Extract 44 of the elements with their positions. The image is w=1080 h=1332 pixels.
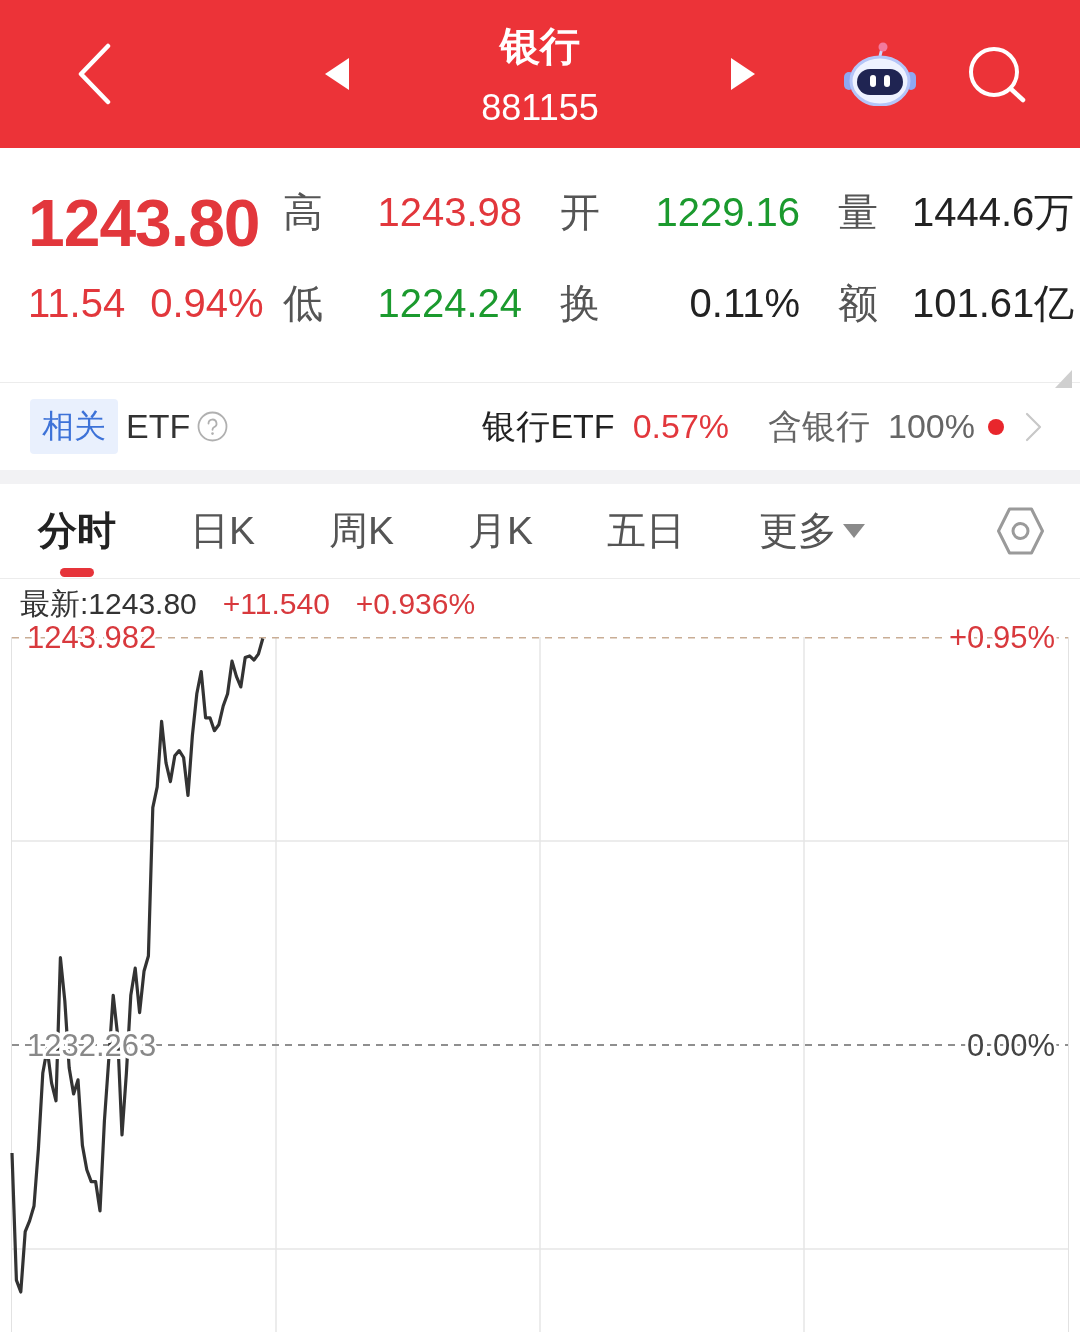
page-title: 银行 xyxy=(500,23,580,70)
related-tag: 相关 xyxy=(30,399,118,454)
latest-price-text: 最新:1243.80 xyxy=(20,587,197,621)
tab[interactable]: 五日 xyxy=(607,484,686,578)
stat-label: 换 xyxy=(559,279,600,327)
robot-assistant-icon[interactable] xyxy=(843,42,917,106)
stat-value: 1444.6万 xyxy=(912,188,1075,236)
stat-value: 101.61亿 xyxy=(912,279,1075,327)
tab[interactable]: 周K xyxy=(329,484,395,578)
stat-label: 量 xyxy=(837,188,878,236)
previous-triangle-icon[interactable] xyxy=(325,58,349,90)
price-change: 11.54 xyxy=(28,280,126,326)
tab[interactable]: 月K xyxy=(468,484,534,578)
help-icon[interactable] xyxy=(197,411,229,442)
stat-value: 1243.98 xyxy=(377,189,522,235)
index-code: 881155 xyxy=(481,88,599,128)
stat-value: 0.11% xyxy=(689,280,800,326)
search-icon[interactable] xyxy=(967,45,1027,103)
etf-name[interactable]: 银行ETF xyxy=(482,403,615,450)
percent-axis-label: 0.00% xyxy=(967,1028,1055,1063)
selected-underline-icon xyxy=(60,568,94,577)
change-percent: +0.936% xyxy=(355,587,476,621)
back-icon[interactable] xyxy=(76,43,112,105)
holding-percent: 100% xyxy=(888,407,975,446)
stat-label: 额 xyxy=(837,279,878,327)
settings-icon[interactable] xyxy=(997,507,1044,555)
percent-axis-label: +0.95% xyxy=(949,620,1055,655)
percent-change: 0.94% xyxy=(150,280,264,326)
tab[interactable]: 日K xyxy=(190,484,255,578)
change-value: +11.540 xyxy=(222,587,330,621)
tab[interactable]: 分时 xyxy=(38,484,116,578)
tab[interactable]: 更多 xyxy=(759,484,866,578)
price-axis-label: 1243.982 xyxy=(27,620,157,655)
etf-label: ETF xyxy=(126,407,191,446)
holding-label: 含银行 xyxy=(768,405,871,447)
last-price: 1243.80 xyxy=(28,190,261,256)
caret-down-icon xyxy=(843,524,866,538)
stat-label: 开 xyxy=(559,188,600,236)
stat-value: 1229.16 xyxy=(655,189,800,235)
etf-change: 0.57% xyxy=(632,407,730,446)
stat-label: 低 xyxy=(283,279,323,327)
stat-value: 1224.24 xyxy=(377,280,522,326)
next-triangle-icon[interactable] xyxy=(731,58,755,90)
stat-label: 高 xyxy=(283,188,323,236)
